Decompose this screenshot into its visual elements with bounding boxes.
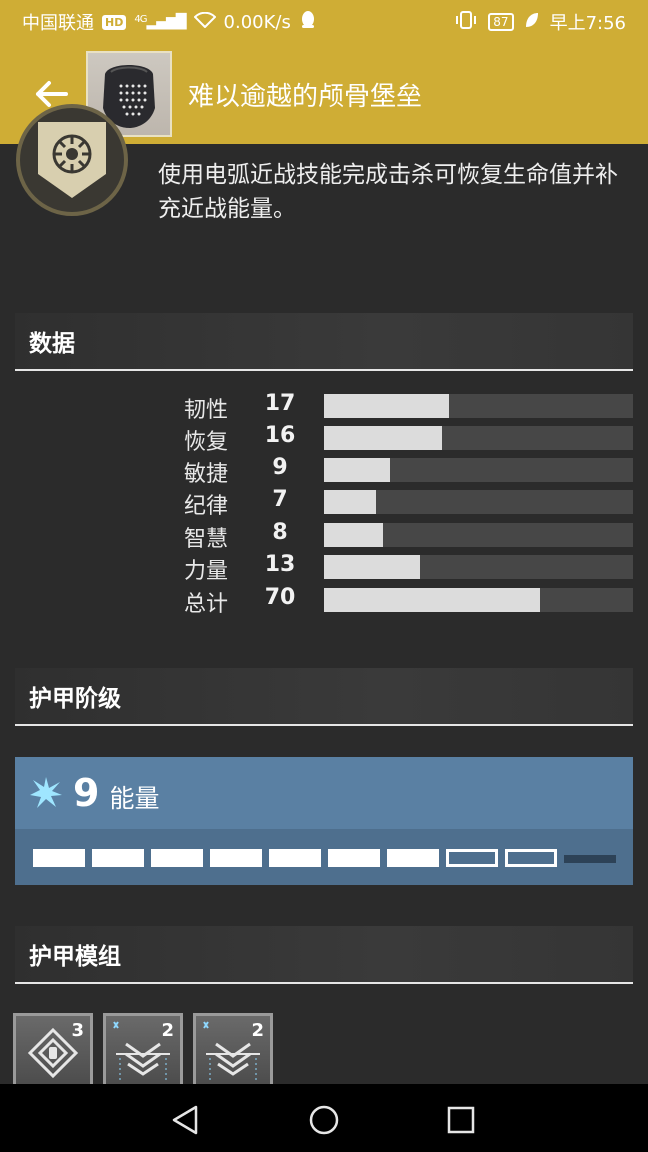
arc-perk-emblem-icon bbox=[38, 122, 106, 198]
nav-back-button[interactable] bbox=[163, 1098, 207, 1142]
energy-segment-full bbox=[387, 849, 439, 867]
battery-icon: 87 bbox=[488, 13, 514, 31]
stat-row: 智慧 8 bbox=[0, 519, 648, 552]
status-bar: 中国联通 HD 4G▂▄▆█ 0.00K/s 87 早上7:56 bbox=[0, 0, 648, 44]
stat-bar bbox=[324, 588, 633, 612]
stat-label: 敏捷 bbox=[184, 462, 229, 487]
stat-bar-fill bbox=[324, 490, 376, 514]
stat-bar-fill bbox=[324, 523, 383, 547]
tier-section-header: 护甲阶级 bbox=[15, 668, 633, 726]
wifi-icon bbox=[193, 11, 216, 33]
network-speed: 0.00K/s bbox=[223, 11, 291, 33]
perk-icon[interactable] bbox=[16, 104, 128, 216]
clock-time: 早上7:56 bbox=[549, 13, 626, 34]
stat-row-total: 总计 70 bbox=[0, 584, 648, 617]
arc-energy-icon bbox=[30, 777, 62, 808]
qq-icon bbox=[299, 10, 317, 35]
stat-value: 7 bbox=[272, 487, 288, 512]
stat-row: 敏捷 9 bbox=[0, 454, 648, 487]
stat-bar-fill bbox=[324, 426, 442, 450]
stat-value: 17 bbox=[264, 391, 296, 416]
energy-segment-full bbox=[151, 849, 203, 867]
stat-bar-fill bbox=[324, 394, 450, 418]
carrier-label: 中国联通 bbox=[22, 13, 94, 34]
energy-segment-empty bbox=[505, 849, 557, 867]
mod-slot[interactable]: 3 bbox=[13, 1013, 93, 1093]
mod-cost: 2 bbox=[251, 1020, 264, 1041]
stat-row: 力量 13 bbox=[0, 551, 648, 584]
stat-bar bbox=[324, 426, 633, 450]
network-type: 4G bbox=[134, 14, 147, 25]
tier-section-title: 护甲阶级 bbox=[29, 686, 121, 712]
perk-description: 使用电弧近战技能完成击杀可恢复生命值并补充近战能量。 bbox=[158, 162, 618, 222]
energy-value: 9 bbox=[73, 771, 100, 815]
vibrate-icon bbox=[454, 10, 478, 35]
stat-bar-fill bbox=[324, 555, 420, 579]
mod-cost: 3 bbox=[71, 1020, 84, 1041]
stat-label: 恢复 bbox=[184, 430, 229, 455]
stat-label: 智慧 bbox=[184, 527, 229, 552]
mod-cost: 2 bbox=[161, 1020, 174, 1041]
mod-slot[interactable]: 2 bbox=[103, 1013, 183, 1093]
stat-label: 总计 bbox=[184, 592, 229, 617]
energy-header: 9 能量 bbox=[15, 757, 633, 829]
stat-bar bbox=[324, 458, 633, 482]
system-nav-bar bbox=[0, 1084, 648, 1152]
stat-label: 力量 bbox=[184, 559, 229, 584]
mod-slot[interactable]: 2 bbox=[193, 1013, 273, 1093]
square-recents-icon bbox=[447, 1106, 475, 1134]
energy-segment-dark bbox=[564, 855, 616, 863]
energy-segment-full bbox=[210, 849, 262, 867]
nav-recents-button[interactable] bbox=[439, 1098, 483, 1142]
energy-label: 能量 bbox=[109, 784, 160, 813]
stat-bar-fill bbox=[324, 458, 391, 482]
nav-home-button[interactable] bbox=[302, 1098, 346, 1142]
stat-value: 9 bbox=[272, 455, 288, 480]
stat-value: 8 bbox=[272, 520, 288, 545]
stat-bar bbox=[324, 523, 633, 547]
stat-row: 纪律 7 bbox=[0, 486, 648, 519]
stat-label: 纪律 bbox=[184, 494, 229, 519]
triangle-back-icon bbox=[172, 1105, 198, 1135]
stat-row: 恢复 16 bbox=[0, 422, 648, 455]
stat-bar bbox=[324, 394, 633, 418]
stat-value: 13 bbox=[264, 552, 296, 577]
mods-section-header: 护甲模组 bbox=[15, 926, 633, 984]
stats-section-title: 数据 bbox=[29, 331, 75, 357]
leaf-icon bbox=[524, 11, 540, 34]
stat-label: 韧性 bbox=[184, 398, 229, 423]
stat-bar bbox=[324, 555, 633, 579]
stats-section-header: 数据 bbox=[15, 313, 633, 371]
mods-section-title: 护甲模组 bbox=[29, 944, 121, 970]
energy-segment-full bbox=[92, 849, 144, 867]
energy-segment-empty bbox=[446, 849, 498, 867]
stat-bar bbox=[324, 490, 633, 514]
stat-value: 16 bbox=[264, 423, 296, 448]
energy-segment-full bbox=[328, 849, 380, 867]
stat-bar-fill bbox=[324, 588, 541, 612]
network-signal-icon: 4G▂▄▆█ bbox=[134, 14, 186, 30]
stat-value: 70 bbox=[264, 585, 296, 610]
hd-badge: HD bbox=[102, 14, 127, 30]
energy-panel: 9 能量 bbox=[15, 757, 633, 885]
energy-segment-full bbox=[269, 849, 321, 867]
item-title: 难以逾越的颅骨堡垒 bbox=[188, 81, 423, 112]
energy-segment-full bbox=[33, 849, 85, 867]
stat-row: 韧性 17 bbox=[0, 390, 648, 423]
circle-home-icon bbox=[309, 1105, 339, 1135]
